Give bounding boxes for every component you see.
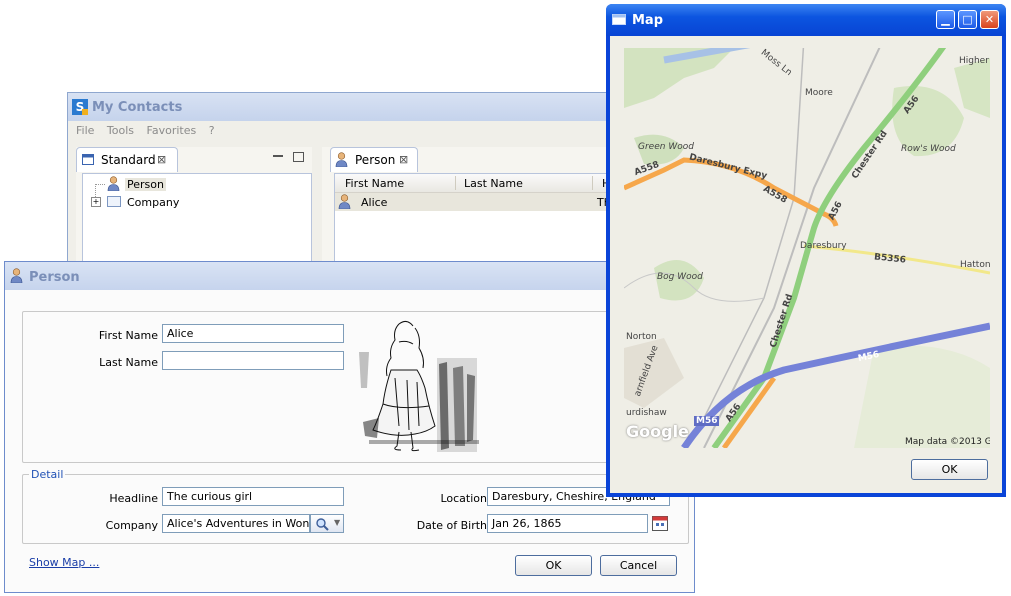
map-label-higher-walton: Higher Walton	[959, 56, 990, 66]
app-logo-icon: S	[72, 99, 88, 115]
calendar-button[interactable]	[651, 514, 670, 533]
location-label: Location	[440, 492, 487, 505]
column-header-last-name[interactable]: Last Name	[464, 177, 523, 190]
map-label-hatton: Hatton	[960, 260, 990, 270]
maximize-view-icon[interactable]	[293, 152, 304, 162]
contacts-window-title: My Contacts	[92, 100, 183, 115]
person-icon	[107, 176, 120, 191]
detail-group: Detail Headline The curious girl Company…	[22, 468, 689, 544]
map-window-title: Map	[632, 13, 664, 28]
window-icon	[612, 14, 626, 25]
tab-standard-label: Standard	[101, 153, 156, 167]
first-name-label: First Name	[98, 329, 158, 342]
map-label-moore: Moore	[805, 88, 833, 98]
menu-tools[interactable]: Tools	[107, 124, 134, 137]
tree-panel: Person + Company	[82, 173, 312, 270]
view-icon	[82, 154, 94, 165]
column-divider[interactable]	[455, 176, 456, 190]
dob-field[interactable]: Jan 26, 1865	[487, 514, 648, 533]
cancel-button[interactable]: Cancel	[600, 555, 677, 576]
detail-legend: Detail	[29, 468, 66, 481]
column-header-first-name[interactable]: First Name	[345, 177, 404, 190]
show-map-link[interactable]: Show Map ...	[29, 556, 99, 569]
map-title-bar[interactable]: Map ▁ □ ✕	[606, 4, 1006, 36]
person-dialog-title: Person	[29, 270, 80, 285]
alice-illustration[interactable]	[355, 318, 485, 456]
map-canvas[interactable]: Moss Ln Higher Walton Moore Green Wood R…	[624, 48, 990, 448]
dob-label: Date of Birth	[416, 519, 487, 532]
tree-item-person-label: Person	[125, 178, 166, 191]
map-ok-button[interactable]: OK	[911, 459, 988, 480]
tree-line	[95, 184, 105, 185]
person-icon	[335, 152, 348, 167]
road-label-m56-west: M56	[694, 416, 720, 426]
expand-icon[interactable]: +	[91, 197, 101, 207]
map-label-daresbury: Daresbury	[800, 241, 847, 251]
standard-view: Standard ⊠ Person + Company	[76, 147, 312, 270]
calendar-icon	[652, 516, 668, 531]
name-group: First Name Alice Last Name	[22, 311, 689, 463]
menu-file[interactable]: File	[76, 124, 94, 137]
map-window-body: Moss Ln Higher Walton Moore Green Wood R…	[610, 36, 1002, 493]
person-dialog: Person First Name Alice Last Name Detail…	[4, 261, 695, 593]
maximize-button[interactable]: □	[958, 10, 977, 29]
menu-help[interactable]: ?	[209, 124, 215, 137]
company-label: Company	[105, 519, 158, 532]
tree-item-person[interactable]: Person	[105, 176, 185, 192]
minimize-view-icon[interactable]	[273, 155, 283, 157]
map-label-urdishaw: urdishaw	[626, 408, 667, 418]
close-button[interactable]: ✕	[980, 10, 999, 29]
close-tab-icon[interactable]: ⊠	[157, 153, 166, 166]
company-field[interactable]: Alice's Adventures in Wonde	[162, 514, 310, 533]
tree-item-company-label: Company	[127, 196, 180, 209]
headline-label: Headline	[109, 492, 158, 505]
company-lookup-button[interactable]: ▼	[310, 514, 344, 533]
last-name-label: Last Name	[99, 356, 158, 369]
magnifier-icon	[316, 518, 329, 531]
minimize-icon: ▁	[941, 13, 950, 26]
tab-person-label: Person	[355, 153, 396, 167]
contacts-title-bar[interactable]: S My Contacts	[68, 93, 613, 121]
table-row[interactable]: Alice Th	[335, 193, 614, 211]
menu-favorites[interactable]: Favorites	[147, 124, 197, 137]
map-attribution: Map data ©2013 G	[905, 437, 990, 447]
cell-first-name: Alice	[361, 196, 388, 209]
map-label-norton: Norton	[626, 332, 657, 342]
map-label-green-wood: Green Wood	[638, 142, 694, 152]
close-icon: ✕	[984, 13, 995, 26]
maximize-icon: □	[962, 13, 973, 26]
dropdown-arrow-icon: ▼	[334, 518, 341, 527]
minimize-button[interactable]: ▁	[936, 10, 955, 29]
person-table: First Name Last Name H Alice Th	[334, 173, 615, 270]
last-name-field[interactable]	[162, 351, 344, 370]
tree-item-company[interactable]: Company	[105, 194, 185, 210]
tab-standard[interactable]: Standard ⊠	[76, 147, 178, 172]
table-header: First Name Last Name H	[335, 174, 614, 193]
google-logo: Google	[626, 422, 689, 441]
folder-icon	[107, 196, 121, 207]
first-name-field[interactable]: Alice	[162, 324, 344, 343]
ok-button[interactable]: OK	[515, 555, 592, 576]
person-icon	[10, 268, 23, 283]
menu-bar: File Tools Favorites ?	[76, 124, 224, 137]
my-contacts-window: S My Contacts File Tools Favorites ? Sta…	[67, 92, 615, 270]
person-dialog-title-bar[interactable]: Person	[5, 262, 694, 290]
close-tab-icon[interactable]: ⊠	[399, 153, 408, 166]
tab-person[interactable]: Person ⊠	[330, 147, 418, 172]
person-view: Person ⊠ First Name Last Name H Alice Th	[322, 147, 615, 270]
map-label-rows-wood: Row's Wood	[901, 144, 956, 154]
person-icon	[338, 194, 351, 209]
map-window: Map ▁ □ ✕ Moss Ln Higher Moore Green Woo…	[606, 4, 1006, 497]
column-divider[interactable]	[592, 176, 593, 190]
headline-field[interactable]: The curious girl	[162, 487, 344, 506]
map-label-bog-wood: Bog Wood	[657, 272, 703, 282]
